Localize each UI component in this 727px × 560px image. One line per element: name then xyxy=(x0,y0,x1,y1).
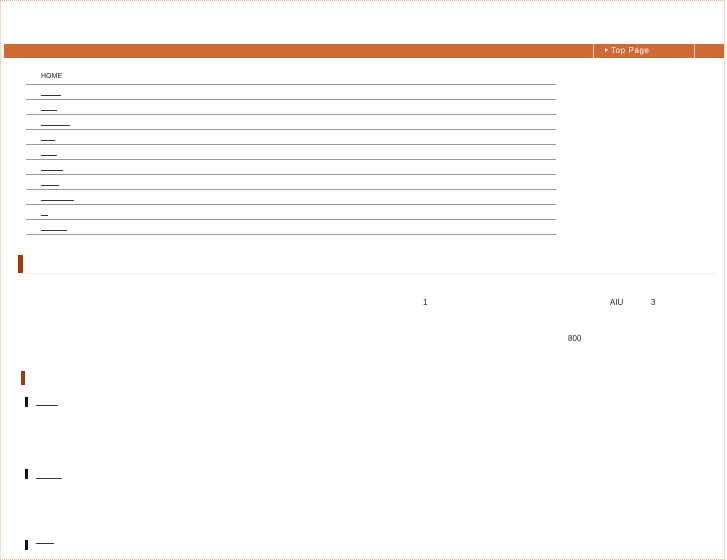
section-divider xyxy=(26,273,716,274)
top-page-label: Top Page xyxy=(611,46,650,55)
nav-item[interactable] xyxy=(26,190,556,205)
nav-item-link[interactable] xyxy=(41,125,70,126)
bullet-marker xyxy=(25,469,28,479)
nav-item[interactable] xyxy=(26,160,556,175)
nav-item[interactable] xyxy=(26,100,556,115)
nav-item-link[interactable] xyxy=(41,200,74,201)
nav-item-home[interactable]: HOME xyxy=(26,70,556,85)
nav-item-link[interactable] xyxy=(41,185,59,186)
nav-item-link[interactable] xyxy=(41,170,63,171)
nav-item-link[interactable] xyxy=(41,95,61,96)
bullet-marker xyxy=(25,397,28,407)
nav-item[interactable] xyxy=(26,115,556,130)
section-heading-marker xyxy=(18,255,23,273)
list-item-link[interactable] xyxy=(36,478,62,479)
nav-item[interactable] xyxy=(26,85,556,100)
header-divider xyxy=(694,44,695,58)
nav-item-link[interactable] xyxy=(41,215,48,216)
nav-item-link[interactable] xyxy=(41,230,67,231)
nav-item[interactable] xyxy=(26,145,556,160)
nav-item-link[interactable] xyxy=(41,155,57,156)
bullet-marker xyxy=(25,540,28,550)
nav-item-link[interactable] xyxy=(41,110,57,111)
body-text-number: 1 xyxy=(423,298,428,307)
body-text-number: 3 xyxy=(651,298,656,307)
subsection-heading-marker xyxy=(21,371,25,385)
nav-item[interactable] xyxy=(26,220,556,235)
nav-item[interactable] xyxy=(26,130,556,145)
list-item-link[interactable] xyxy=(36,543,54,544)
nav-item-label[interactable]: HOME xyxy=(41,73,62,81)
nav-item[interactable] xyxy=(26,205,556,220)
header-bar: Top Page xyxy=(4,44,724,58)
body-text-number: 800 xyxy=(568,334,582,343)
top-page-link[interactable]: Top Page xyxy=(605,45,650,57)
nav-item-link[interactable] xyxy=(41,140,55,141)
header-divider xyxy=(593,44,594,58)
body-text-aiu: AIU xyxy=(610,298,624,307)
list-item-link[interactable] xyxy=(36,405,58,406)
triangle-right-icon xyxy=(605,48,608,52)
nav-menu: HOME xyxy=(26,70,556,235)
nav-item[interactable] xyxy=(26,175,556,190)
